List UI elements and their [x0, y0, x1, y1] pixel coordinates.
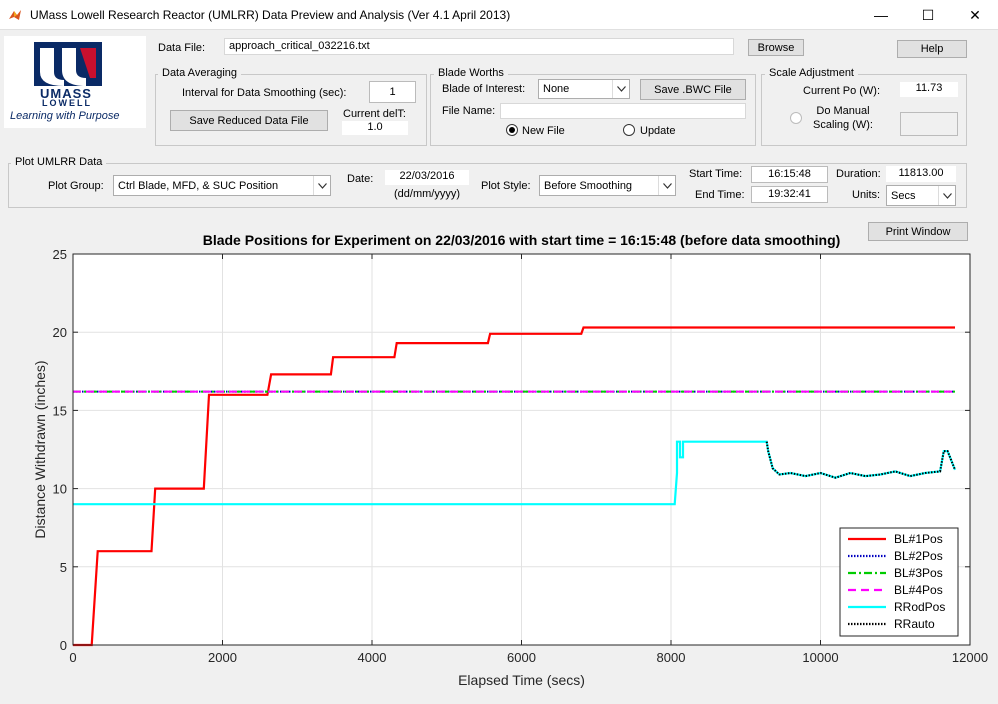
plot-group-label: Plot Group: [48, 180, 104, 192]
x-tick-label: 12000 [952, 650, 988, 665]
date-label: Date: [347, 173, 374, 185]
x-tick-label: 6000 [507, 650, 536, 665]
browse-button[interactable]: Browse [748, 39, 804, 56]
data-file-label: Data File: [158, 42, 206, 54]
manual-scaling-label-1: Do Manual [816, 105, 870, 117]
save-reduced-data-button[interactable]: Save Reduced Data File [170, 110, 328, 131]
y-axis-label: Distance Withdrawn (inches) [32, 360, 48, 538]
legend-label: BL#4Pos [894, 583, 943, 597]
close-button[interactable]: ✕ [952, 0, 998, 30]
duration-label: Duration: [836, 168, 881, 180]
legend-label: BL#1Pos [894, 532, 943, 546]
logo-mark-icon [34, 42, 102, 86]
legend-label: BL#3Pos [894, 566, 943, 580]
x-tick-label: 0 [69, 650, 76, 665]
data-file-field[interactable]: approach_critical_032216.txt [224, 38, 734, 55]
date-format-label: (dd/mm/yyyy) [394, 188, 460, 200]
end-time-input[interactable]: 19:32:41 [751, 186, 828, 203]
logo-text-bottom: LOWELL [42, 98, 92, 108]
legend-label: RRodPos [894, 600, 945, 614]
current-delt-value: 1.0 [342, 121, 408, 135]
plot-group-value: Ctrl Blade, MFD, & SUC Position [118, 179, 279, 192]
chevron-down-icon [313, 176, 330, 195]
y-tick-label: 5 [60, 560, 67, 575]
minimize-button[interactable]: — [858, 0, 904, 30]
manual-scaling-label-2: Scaling (W): [813, 119, 873, 131]
start-time-input[interactable]: 16:15:48 [751, 166, 828, 183]
blade-of-interest-label: Blade of Interest: [442, 83, 526, 95]
current-po-label: Current Po (W): [803, 85, 881, 97]
data-averaging-title: Data Averaging [158, 67, 242, 79]
umass-lowell-logo: UMASS LOWELL Learning with Purpose [4, 36, 146, 128]
blade-positions-chart: 0 2000 4000 6000 8000 10000 12000 0 5 10 15 20 25 Bla… [32, 232, 988, 688]
duration-value: 11813.00 [886, 166, 956, 182]
blade-of-interest-dropdown[interactable]: None [538, 79, 630, 99]
maximize-button[interactable]: ☐ [905, 0, 951, 30]
scale-adjustment-title: Scale Adjustment [765, 67, 858, 79]
units-label: Units: [852, 189, 881, 201]
plot-style-label: Plot Style: [481, 180, 531, 192]
y-tick-label: 15 [53, 403, 67, 418]
x-tick-label: 2000 [208, 650, 237, 665]
logo-tagline: Learning with Purpose [10, 110, 120, 122]
chevron-down-icon [658, 176, 675, 195]
interval-label: Interval for Data Smoothing (sec): [182, 87, 347, 99]
chart-title: Blade Positions for Experiment on 22/03/… [203, 232, 841, 248]
current-po-value: 11.73 [900, 82, 958, 97]
plot-group-dropdown[interactable]: Ctrl Blade, MFD, & SUC Position [113, 175, 331, 196]
manual-scaling-radio[interactable] [790, 112, 802, 124]
x-tick-label: 10000 [802, 650, 838, 665]
x-tick-label: 8000 [657, 650, 686, 665]
x-tick-label: 4000 [358, 650, 387, 665]
manual-scaling-input[interactable] [900, 112, 958, 136]
plot-umlrr-title: Plot UMLRR Data [11, 156, 107, 168]
title-bar: UMass Lowell Research Reactor (UMLRR) Da… [0, 0, 998, 30]
chevron-down-icon [612, 80, 629, 98]
legend-label: RRauto [894, 617, 935, 631]
file-name-label: File Name: [442, 105, 496, 117]
chevron-down-icon [938, 186, 955, 205]
date-value: 22/03/2016 [385, 170, 469, 185]
start-time-label: Start Time: [689, 168, 743, 180]
y-tick-label: 10 [53, 482, 67, 497]
window-title: UMass Lowell Research Reactor (UMLRR) Da… [30, 8, 511, 22]
update-radio[interactable] [623, 124, 635, 136]
interval-input[interactable]: 1 [369, 81, 416, 103]
help-button[interactable]: Help [897, 40, 967, 58]
end-time-label: End Time: [695, 189, 745, 201]
legend-label: BL#2Pos [894, 549, 943, 563]
matlab-app-icon [9, 10, 21, 20]
x-axis-label: Elapsed Time (secs) [458, 672, 585, 688]
current-delt-label: Current delT: [343, 108, 406, 120]
blade-worths-title: Blade Worths [434, 67, 508, 79]
new-file-label: New File [522, 125, 565, 137]
blade-of-interest-value: None [543, 83, 570, 95]
units-dropdown[interactable]: Secs [886, 185, 956, 206]
units-value: Secs [891, 189, 916, 202]
y-tick-label: 25 [53, 247, 67, 262]
plot-style-dropdown[interactable]: Before Smoothing [539, 175, 676, 196]
save-bwc-button[interactable]: Save .BWC File [640, 79, 746, 100]
y-tick-label: 20 [53, 325, 67, 340]
plot-style-value: Before Smoothing [544, 179, 633, 192]
y-tick-label: 0 [60, 638, 67, 653]
new-file-radio[interactable] [506, 124, 518, 136]
update-label: Update [640, 125, 676, 137]
file-name-input[interactable] [500, 103, 746, 119]
